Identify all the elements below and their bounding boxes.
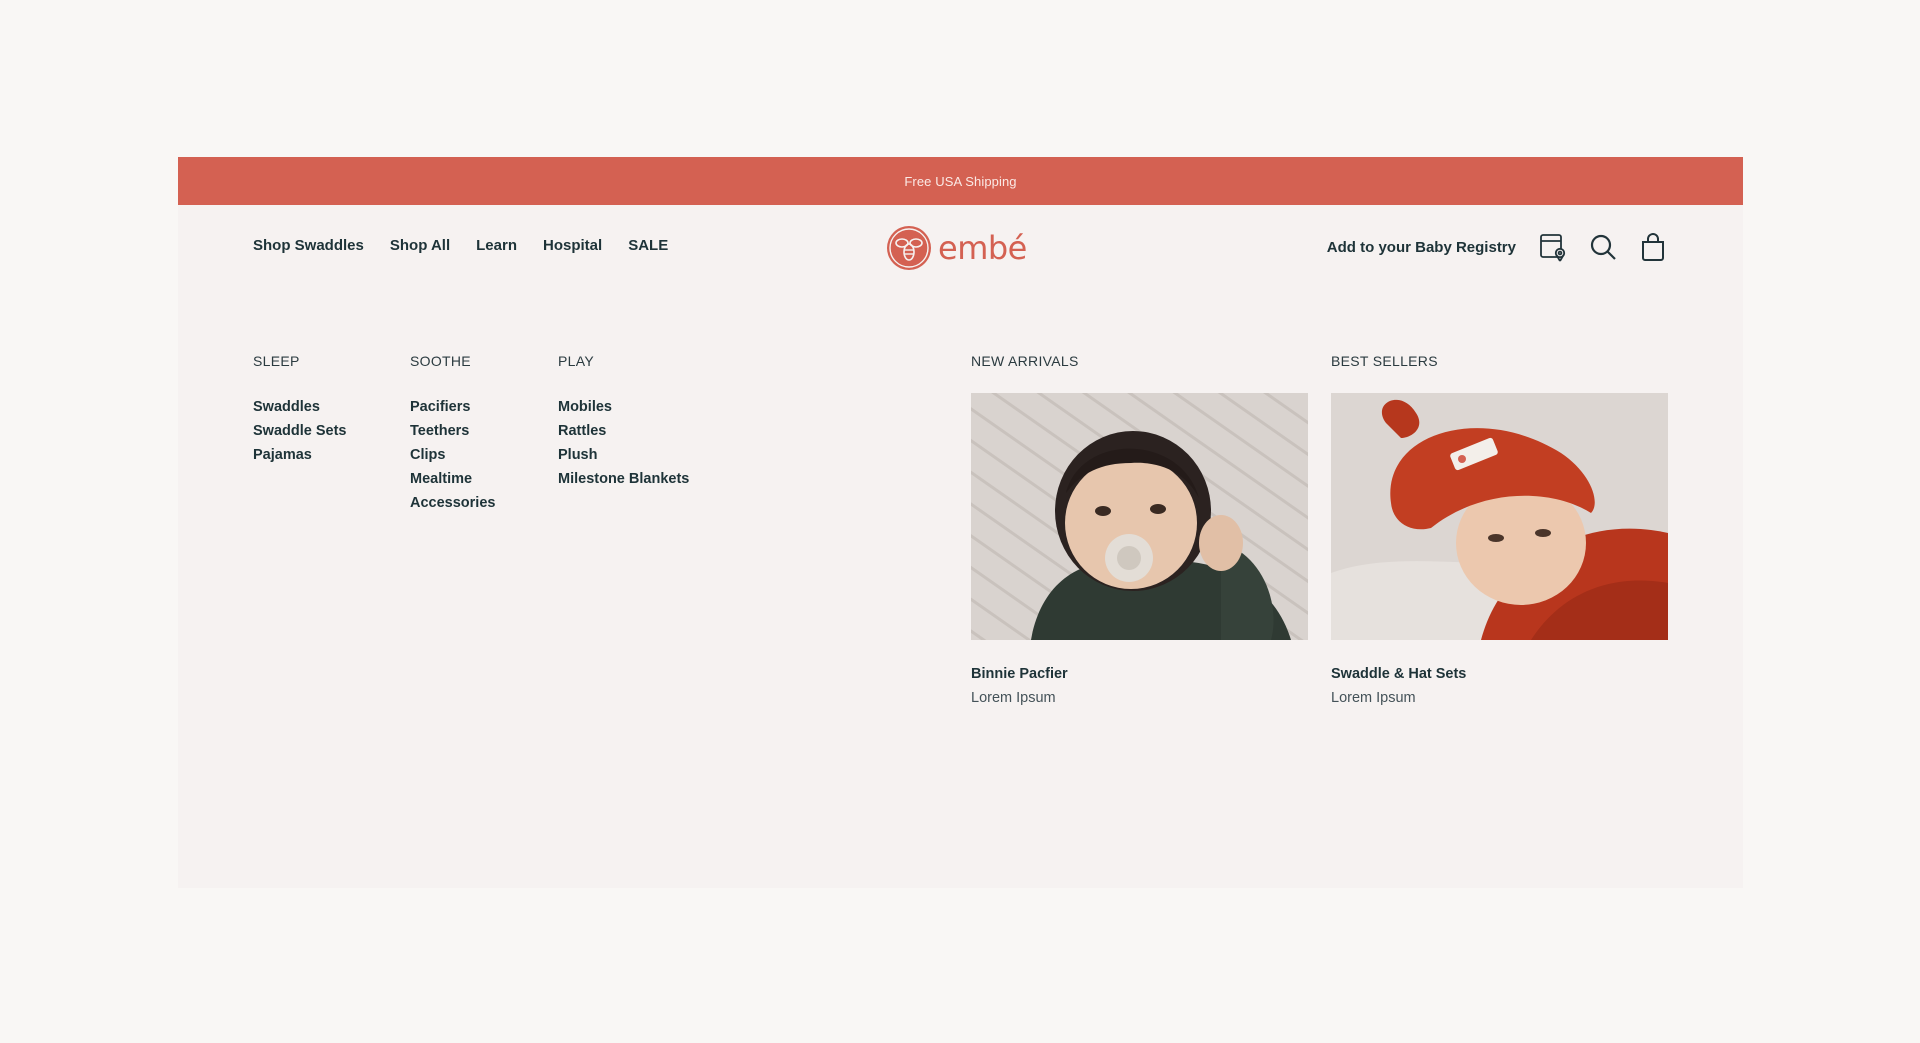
nav-hospital[interactable]: Hospital [543,237,602,254]
announcement-text: Free USA Shipping [904,173,1017,189]
menu-link[interactable]: Teethers [410,419,495,443]
menu-link[interactable]: Pacifiers [410,395,495,419]
menu-link[interactable]: Milestone Blankets [558,467,689,491]
feature-heading: NEW ARRIVALS [971,353,1079,369]
feature-best-sellers[interactable]: BEST SELLERS Swaddle & Hat Sets Lorem Ip… [1331,353,1668,706]
feature-product-subtitle: Lorem Ipsum [971,690,1056,706]
menu-link[interactable]: Mealtime [410,467,495,491]
menu-link[interactable]: Pajamas [253,443,346,467]
menu-heading: SLEEP [253,353,300,369]
feature-product-title[interactable]: Swaddle & Hat Sets [1331,666,1668,682]
announcement-bar: Free USA Shipping [178,157,1743,205]
menu-heading: PLAY [558,353,594,369]
site-frame: Free USA Shipping Shop Swaddles Shop All… [178,157,1743,888]
menu-link[interactable]: Swaddles [253,395,346,419]
bee-logo-icon [887,226,931,270]
brand-wordmark: embé [938,229,1027,267]
nav-shop-all[interactable]: Shop All [390,237,450,254]
menu-heading: SOOTHE [410,353,471,369]
utility-nav: Add to your Baby Registry [1327,231,1668,263]
menu-link[interactable]: Swaddle Sets [253,419,346,443]
nav-shop-swaddles[interactable]: Shop Swaddles [253,237,364,254]
feature-product-subtitle: Lorem Ipsum [1331,690,1416,706]
feature-heading: BEST SELLERS [1331,353,1438,369]
feature-new-arrivals[interactable]: NEW ARRIVALS Binnie Pacfier Lorem Ipsum [971,353,1308,706]
feature-product-title[interactable]: Binnie Pacfier [971,666,1308,682]
baby-swaddle-hat-photo[interactable] [1331,393,1668,640]
menu-column-sleep: SLEEP Swaddles Swaddle Sets Pajamas [253,353,346,467]
menu-link[interactable]: Rattles [558,419,689,443]
nav-learn[interactable]: Learn [476,237,517,254]
menu-link[interactable]: Accessories [410,491,495,515]
baby-registry-link[interactable]: Add to your Baby Registry [1327,239,1516,256]
menu-link[interactable]: Mobiles [558,395,689,419]
brand-logo[interactable]: embé [886,225,1027,271]
menu-link[interactable]: Plush [558,443,689,467]
baby-pacifier-photo[interactable] [971,393,1308,640]
search-icon[interactable] [1588,231,1618,263]
menu-link[interactable]: Clips [410,443,495,467]
nav-sale[interactable]: SALE [628,237,668,254]
menu-column-play: PLAY Mobiles Rattles Plush Milestone Bla… [558,353,689,491]
primary-nav: Shop Swaddles Shop All Learn Hospital SA… [253,237,668,254]
site-header: Shop Swaddles Shop All Learn Hospital SA… [178,205,1743,295]
menu-column-soothe: SOOTHE Pacifiers Teethers Clips Mealtime… [410,353,495,515]
shopping-bag-icon[interactable] [1638,231,1668,263]
registry-gift-icon[interactable] [1538,231,1568,263]
